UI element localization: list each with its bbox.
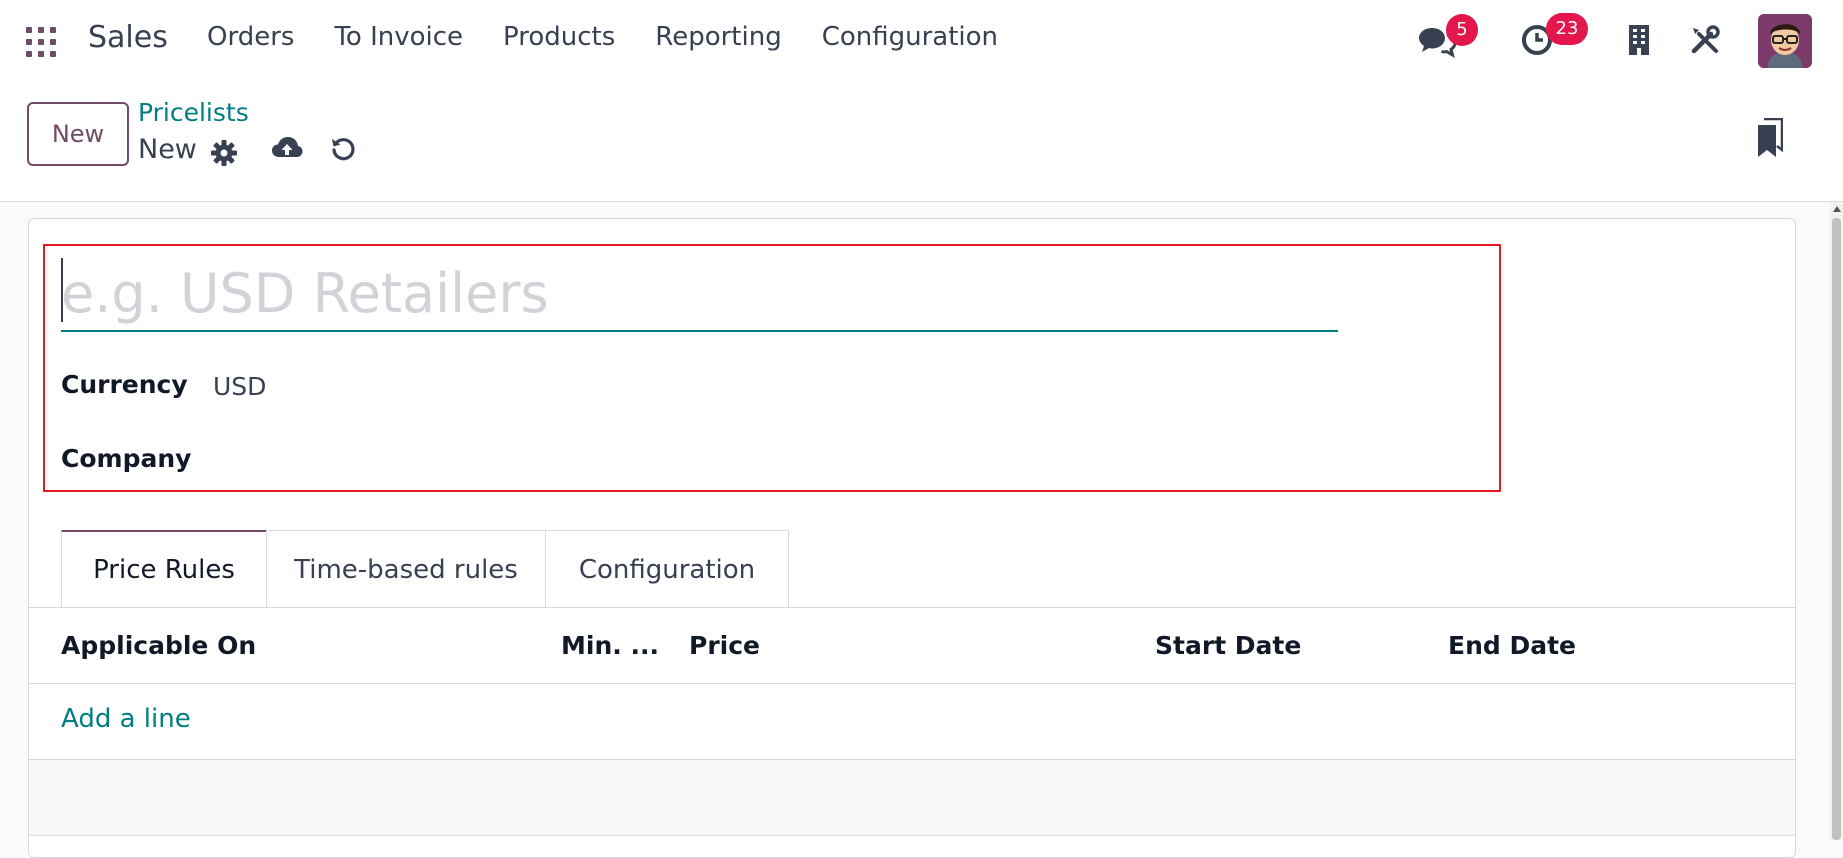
table-row-divider <box>28 835 1796 836</box>
tab-divider <box>28 607 1796 608</box>
scrollbar-thumb[interactable] <box>1832 218 1841 840</box>
currency-field[interactable]: USD <box>213 372 266 401</box>
menu-reporting[interactable]: Reporting <box>655 22 781 52</box>
cloud-upload-icon[interactable] <box>271 135 303 163</box>
tab-configuration[interactable]: Configuration <box>545 530 789 608</box>
new-button[interactable]: New <box>27 102 129 166</box>
menu-orders[interactable]: Orders <box>207 22 294 52</box>
scroll-up-icon[interactable] <box>1833 206 1841 212</box>
apps-grid-icon[interactable] <box>26 27 56 57</box>
messages-badge: 5 <box>1446 14 1478 46</box>
column-end-date[interactable]: End Date <box>1448 631 1576 660</box>
app-brand[interactable]: Sales <box>88 20 168 55</box>
control-panel: New Pricelists New <box>0 80 1843 202</box>
menu-configuration[interactable]: Configuration <box>822 22 998 52</box>
column-start-date[interactable]: Start Date <box>1155 631 1301 660</box>
add-line-link[interactable]: Add a line <box>61 704 191 734</box>
bookmark-icon[interactable] <box>1757 117 1784 158</box>
currency-label: Currency <box>61 370 188 399</box>
pricelist-name-input[interactable] <box>61 256 1338 332</box>
company-building-icon[interactable] <box>1627 24 1651 56</box>
gear-icon[interactable] <box>211 140 237 166</box>
top-navbar: Sales Orders To Invoice Products Reporti… <box>0 0 1843 80</box>
table-empty-row <box>29 760 1795 835</box>
main-menu: Orders To Invoice Products Reporting Con… <box>207 22 1038 52</box>
menu-to-invoice[interactable]: To Invoice <box>334 22 463 52</box>
breadcrumb-pricelists[interactable]: Pricelists <box>138 98 249 127</box>
column-min-quantity[interactable]: Min. ... <box>561 631 659 660</box>
company-label: Company <box>61 444 192 473</box>
activities-badge: 23 <box>1546 13 1588 45</box>
form-tabs: Price Rules Time-based rules Configurati… <box>61 530 789 608</box>
discard-icon[interactable] <box>330 136 356 162</box>
menu-products[interactable]: Products <box>503 22 615 52</box>
tab-price-rules[interactable]: Price Rules <box>61 530 267 608</box>
user-avatar[interactable] <box>1758 14 1812 68</box>
tab-time-based-rules[interactable]: Time-based rules <box>266 530 546 608</box>
table-header-divider <box>28 683 1796 684</box>
column-applicable-on[interactable]: Applicable On <box>61 631 256 660</box>
tools-icon[interactable] <box>1689 24 1721 56</box>
company-field[interactable] <box>213 440 1273 476</box>
text-cursor <box>61 258 63 322</box>
record-name: New <box>138 134 197 165</box>
column-price[interactable]: Price <box>689 631 760 660</box>
